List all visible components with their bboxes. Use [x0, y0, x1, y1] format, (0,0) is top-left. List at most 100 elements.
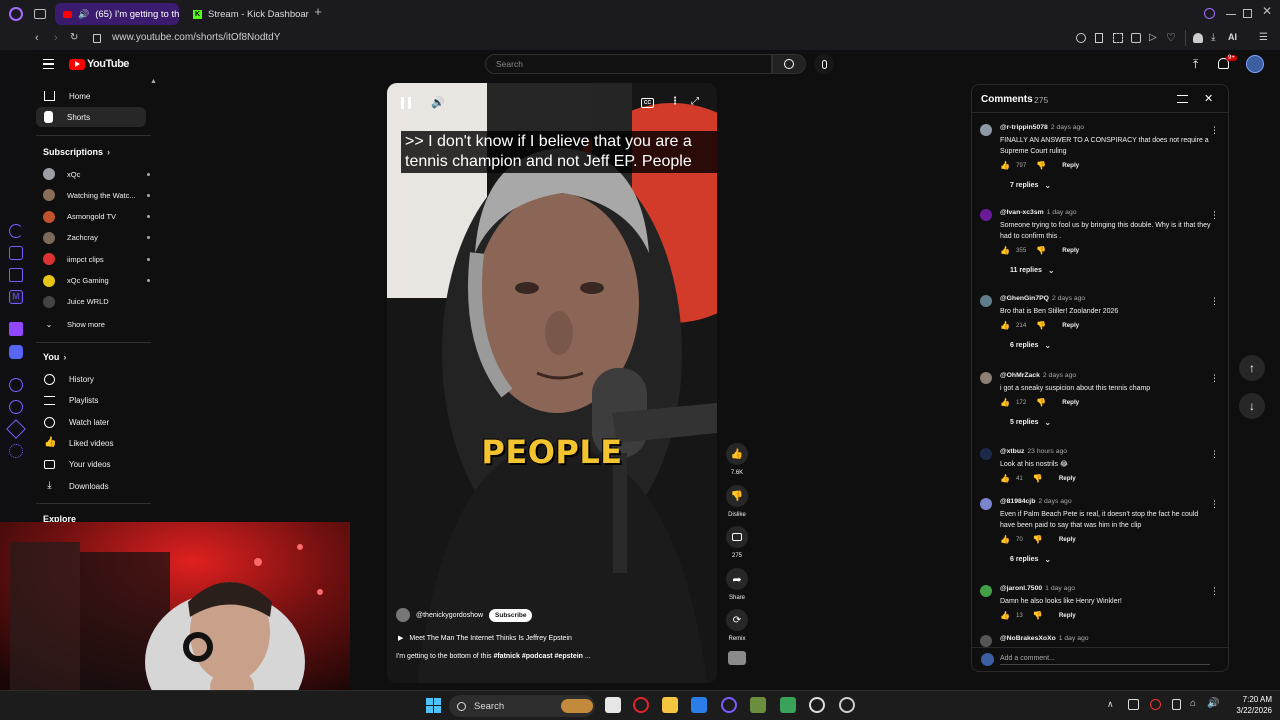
like-comment-icon[interactable]: 👍 [1000, 611, 1010, 620]
subscription-item[interactable]: xQc [43, 165, 150, 183]
network-icon[interactable]: ⌂ [1190, 698, 1196, 709]
reply-button[interactable]: Reply [1062, 247, 1079, 254]
close-window-icon[interactable]: ✕ [1262, 5, 1274, 17]
twitch-icon[interactable] [9, 322, 23, 336]
dislike-button[interactable]: 👎 Dislike [722, 485, 752, 518]
comment-author[interactable]: @jaronl.7500 [1000, 585, 1042, 592]
account-avatar[interactable] [1246, 55, 1264, 73]
dislike-comment-icon[interactable]: 👎 [1036, 398, 1046, 407]
nav-shorts[interactable]: Shorts [36, 107, 146, 127]
sound-thumbnail[interactable] [728, 651, 746, 665]
subscriptions-heading[interactable]: Subscriptions › [43, 147, 110, 157]
reload-icon[interactable]: ↻ [70, 32, 78, 43]
dislike-comment-icon[interactable]: 👎 [1036, 161, 1046, 170]
view-replies-button[interactable]: 6 replies ⌄ [1010, 555, 1051, 564]
tray-app-icon[interactable] [1172, 699, 1181, 710]
comment-author[interactable]: @GhenGin7PQ [1000, 295, 1049, 302]
share-button[interactable]: ➦ Share [722, 568, 752, 601]
like-button[interactable]: 👍 7.6K [722, 443, 752, 476]
nav-your-videos[interactable]: Your videos [36, 454, 146, 474]
subscription-item[interactable]: Watching the Watc... [43, 186, 150, 204]
fullscreen-icon[interactable]: ⤢ [691, 96, 699, 107]
volume-tray-icon[interactable]: 🔊 [1207, 698, 1219, 709]
system-clock[interactable]: 7:20 AM 3/22/2026 [1222, 694, 1272, 716]
commenter-avatar[interactable] [980, 372, 992, 384]
aria-icon[interactable] [9, 224, 23, 238]
comment-date[interactable]: 1 day ago [1059, 635, 1089, 642]
history-sidebar-icon[interactable] [9, 400, 23, 414]
sort-icon[interactable] [1177, 95, 1188, 103]
subscription-item[interactable]: iimpct clips [43, 250, 150, 268]
nav-playlists[interactable]: Playlists [36, 390, 146, 410]
comment-date[interactable]: 2 days ago [1051, 124, 1084, 131]
discord-icon[interactable] [9, 345, 23, 359]
nav-home[interactable]: Home [36, 86, 146, 106]
comment-author[interactable]: @NoBrakesXoXo [1000, 635, 1056, 642]
search-tabs-icon[interactable] [1204, 8, 1215, 19]
pause-icon[interactable] [401, 97, 411, 109]
reply-button[interactable]: Reply [1059, 612, 1076, 619]
nav-history[interactable]: History [36, 369, 146, 389]
zoom-icon[interactable] [1076, 33, 1086, 43]
profile-icon[interactable] [1193, 33, 1203, 43]
commenter-avatar[interactable] [980, 498, 992, 510]
player-sidebar-icon[interactable] [9, 378, 23, 392]
commenter-avatar[interactable] [980, 295, 992, 307]
heart-icon[interactable]: ♡ [1166, 31, 1176, 44]
commenter-avatar[interactable] [980, 635, 992, 647]
store-icon[interactable] [691, 697, 707, 713]
dislike-comment-icon[interactable]: 👎 [1036, 246, 1046, 255]
reply-button[interactable]: Reply [1062, 162, 1079, 169]
forward-icon[interactable]: › [54, 32, 58, 44]
reply-button[interactable]: Reply [1062, 399, 1079, 406]
new-tab-icon[interactable]: + [312, 5, 324, 18]
search-button[interactable] [772, 54, 806, 74]
close-icon[interactable]: ✕ [1204, 92, 1213, 105]
subscribe-button[interactable]: Subscribe [489, 608, 533, 622]
remix-button[interactable]: ⟳ Remix [722, 609, 752, 642]
reply-button[interactable]: Reply [1062, 322, 1079, 329]
captions-icon[interactable]: CC [641, 98, 654, 108]
comment-author[interactable]: @xtbuz [1000, 448, 1024, 455]
volume-icon[interactable]: 🔊 [431, 96, 445, 109]
voice-search-button[interactable] [814, 54, 834, 74]
comments-scrollbar[interactable] [1222, 115, 1225, 643]
comment-date[interactable]: 2 days ago [1038, 498, 1071, 505]
tray-app-icon[interactable] [1150, 699, 1161, 710]
comment-date[interactable]: 2 days ago [1052, 295, 1085, 302]
add-comment-input[interactable]: Add a comment... [1000, 655, 1210, 665]
maximize-icon[interactable] [1243, 9, 1252, 18]
view-replies-button[interactable]: 5 replies ⌄ [1010, 418, 1051, 427]
comment-date[interactable]: 1 day ago [1047, 209, 1077, 216]
tray-app-icon[interactable] [1128, 699, 1139, 710]
url-field[interactable]: www.youtube.com/shorts/itOf8NodtdY [112, 32, 280, 43]
channel-avatar[interactable] [396, 608, 410, 622]
obs-icon[interactable] [721, 697, 737, 713]
messenger-icon[interactable]: M [9, 290, 23, 304]
commenter-avatar[interactable] [980, 124, 992, 136]
short-video-player[interactable]: 🔊 CC ⋮ ⤢ >> I don't know if I believe th… [387, 83, 717, 683]
easy-setup-icon[interactable]: ☰ [1259, 32, 1268, 43]
collapse-scroll-icon[interactable]: ▲ [150, 78, 157, 85]
adblock-icon[interactable] [1131, 33, 1141, 43]
download-icon[interactable]: ⤓ [1211, 32, 1215, 43]
show-more-button[interactable]: ⌄ Show more [43, 315, 138, 333]
like-comment-icon[interactable]: 👍 [1000, 535, 1010, 544]
menu-hamburger-icon[interactable] [43, 59, 54, 69]
next-short-button[interactable]: ↓ [1239, 393, 1265, 419]
tab-kick[interactable]: K Stream - Kick Dashboard [185, 3, 309, 25]
previous-short-button[interactable]: ↑ [1239, 355, 1265, 381]
taskbar-search[interactable]: Search [449, 695, 595, 717]
extensions-icon[interactable] [6, 419, 26, 439]
opera-logo-icon[interactable] [9, 7, 23, 21]
commenter-avatar[interactable] [980, 585, 992, 597]
minimize-icon[interactable] [1226, 14, 1236, 15]
start-button[interactable] [426, 698, 441, 713]
tab-overview-icon[interactable] [34, 9, 46, 19]
dislike-comment-icon[interactable]: 👎 [1036, 321, 1046, 330]
bookmark-icon[interactable] [1095, 33, 1103, 43]
settings-sidebar-icon[interactable] [9, 444, 23, 458]
commenter-avatar[interactable] [980, 448, 992, 460]
opera-taskbar-icon[interactable] [633, 697, 649, 713]
subscription-item[interactable]: Asmongold TV [43, 208, 150, 226]
